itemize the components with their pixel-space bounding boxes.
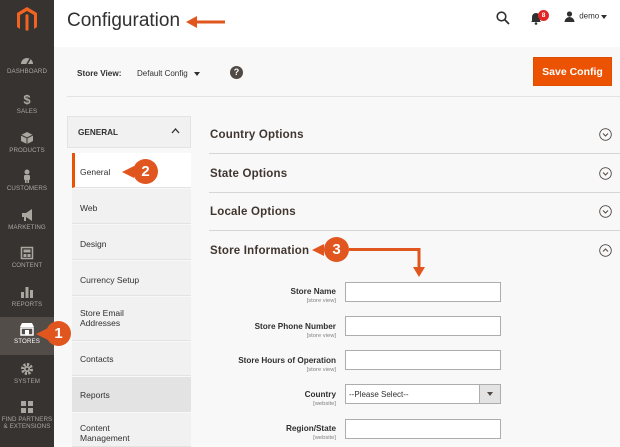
region-state-label: Region/State	[285, 424, 336, 433]
store-hours-input[interactable]	[345, 350, 501, 370]
cube-icon	[20, 132, 34, 144]
page-title: Configuration	[67, 10, 181, 31]
arrow-down-icon	[349, 248, 425, 277]
page-header: Configuration 8 demo	[54, 0, 620, 47]
arrow-left-icon	[186, 16, 225, 28]
layout-icon	[20, 246, 34, 260]
region-state-scope: [website]	[313, 435, 336, 441]
country-label: Country	[304, 390, 336, 399]
nav-label: CONTENT	[11, 262, 43, 269]
select-arrow-icon	[479, 385, 500, 403]
store-view-switcher[interactable]: Default Config	[137, 69, 200, 78]
gear-icon	[21, 363, 33, 375]
caret-down-icon	[193, 71, 200, 76]
nav-item-find-partners[interactable]: FIND PARTNERS & EXTENSIONS	[0, 398, 54, 442]
tab-label: Web	[80, 203, 98, 213]
section-title: State Options	[210, 168, 288, 180]
nav-item-marketing[interactable]: MARKETING	[0, 206, 54, 244]
store-hours-scope: [store view]	[306, 367, 336, 373]
section-title: Locale Options	[210, 206, 296, 218]
store-view-value: Default Config	[137, 69, 188, 78]
section-locale-options[interactable]: Locale Options	[209, 193, 620, 231]
tab-web[interactable]: Web	[72, 189, 191, 224]
user-name: demo	[579, 11, 600, 21]
arrow-left-icon	[122, 166, 134, 178]
store-view-label: Store View:	[77, 69, 122, 78]
svg-text:$: $	[23, 92, 31, 106]
nav-label: & EXTENSIONS	[3, 423, 51, 430]
tab-label: Currency Setup	[80, 275, 140, 285]
nav-item-system[interactable]: SYSTEM	[0, 360, 54, 398]
nav-label: DASHBOARD	[6, 68, 48, 75]
section-state-options[interactable]: State Options	[209, 155, 620, 193]
store-view-bar: Store View: Default Config ? Save Config	[67, 47, 620, 97]
tab-label: General	[80, 167, 111, 177]
dashboard-icon	[21, 58, 33, 65]
tab-design[interactable]: Design	[72, 225, 191, 260]
callout-1: 1	[46, 321, 71, 346]
admin-sidebar: DASHBOARD $ SALES PRODUCTS CUSTOMERS MAR…	[0, 0, 54, 447]
nav-label: CUSTOMERS	[6, 185, 48, 192]
user-menu[interactable]: demo	[564, 11, 609, 22]
arrow-left-icon	[312, 244, 324, 256]
nav-label: SALES	[16, 108, 38, 115]
nav-item-content[interactable]: CONTENT	[0, 244, 54, 282]
user-icon	[564, 11, 575, 22]
notification-count-badge: 8	[538, 10, 549, 21]
person-icon	[24, 169, 30, 183]
tab-label: Store Email	[80, 308, 124, 318]
nav-item-customers[interactable]: CUSTOMERS	[0, 167, 54, 205]
chevron-down-circle-icon	[599, 205, 612, 218]
magento-logo[interactable]	[0, 0, 54, 40]
tab-group-general[interactable]: GENERAL	[67, 116, 191, 148]
region-state-input[interactable]	[345, 419, 501, 439]
nav-label: MARKETING	[8, 224, 46, 231]
nav-item-reports[interactable]: REPORTS	[0, 283, 54, 321]
chevron-down-circle-icon	[599, 167, 612, 180]
nav-item-sales[interactable]: $ SALES	[0, 90, 54, 128]
callout-3: 3	[324, 237, 349, 262]
search-icon[interactable]	[496, 11, 510, 25]
tab-group-title: GENERAL	[78, 128, 119, 137]
store-icon	[20, 323, 34, 336]
country-select-value: --Please Select--	[349, 390, 409, 399]
country-scope: [website]	[313, 401, 336, 407]
section-title: Country Options	[210, 129, 304, 141]
chevron-down-circle-icon	[599, 128, 612, 141]
section-title: Store Information	[210, 245, 310, 257]
store-name-scope: [store view]	[306, 298, 336, 304]
store-phone-scope: [store view]	[306, 333, 336, 339]
dollar-icon: $	[23, 92, 31, 106]
nav-item-products[interactable]: PRODUCTS	[0, 129, 54, 167]
chevron-up-icon	[171, 128, 180, 134]
arrow-left-icon	[36, 328, 48, 340]
section-country-options[interactable]: Country Options	[209, 116, 620, 154]
megaphone-icon	[22, 209, 32, 221]
tab-label: Design	[80, 239, 107, 249]
callout-2: 2	[133, 159, 158, 184]
country-select[interactable]: --Please Select--	[345, 384, 501, 404]
help-icon[interactable]: ?	[230, 66, 243, 79]
caret-down-icon	[601, 14, 608, 19]
nav-label: FIND PARTNERS	[1, 416, 53, 423]
chevron-up-circle-icon	[599, 244, 612, 257]
nav-label: PRODUCTS	[9, 147, 45, 154]
nav-label: SYSTEM	[13, 378, 41, 385]
nav-label: REPORTS	[11, 301, 43, 308]
store-phone-input[interactable]	[345, 316, 501, 336]
store-name-input[interactable]	[345, 282, 501, 302]
store-name-label: Store Name	[290, 287, 336, 296]
store-hours-label: Store Hours of Operation	[238, 356, 336, 365]
bar-chart-icon	[21, 287, 33, 298]
notifications-bell[interactable]: 8	[530, 10, 549, 30]
nav-item-dashboard[interactable]: DASHBOARD	[0, 52, 54, 90]
save-config-button[interactable]: Save Config	[533, 57, 612, 86]
store-phone-label: Store Phone Number	[254, 322, 336, 331]
partners-icon	[21, 401, 33, 413]
